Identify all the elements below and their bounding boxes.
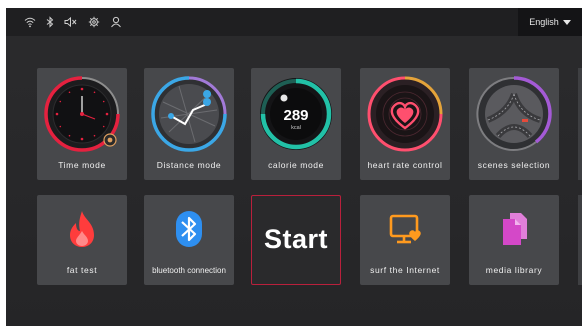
settings-gear-icon[interactable] xyxy=(88,16,100,28)
tile-label: bluetooth connection xyxy=(152,266,226,275)
user-icon[interactable] xyxy=(110,16,122,28)
road-scene-icon xyxy=(476,76,552,151)
chevron-down-icon xyxy=(562,19,571,25)
tv-heart-icon xyxy=(389,214,421,244)
tile-media-library[interactable]: media library xyxy=(469,195,559,285)
tile-label: Time mode xyxy=(58,160,106,170)
clock-dial-icon xyxy=(44,76,120,152)
tile-partial-next[interactable] xyxy=(578,68,582,180)
calorie-unit: kcal xyxy=(291,125,301,131)
calorie-value: 289 xyxy=(283,107,308,124)
start-button[interactable]: Start xyxy=(251,195,341,285)
tile-bluetooth-connection[interactable]: bluetooth connection xyxy=(144,195,234,285)
calorie-ring-icon: 289 kcal xyxy=(260,78,332,150)
tile-label: media library xyxy=(485,265,543,275)
tile-label: heart rate control xyxy=(367,160,443,170)
tile-label: fat test xyxy=(66,265,98,275)
tile-label: scenes selection xyxy=(477,160,551,170)
language-label: English xyxy=(529,17,559,27)
tile-distance-mode[interactable]: Distance mode xyxy=(144,68,234,180)
flame-icon xyxy=(70,211,94,247)
top-status-bar: English xyxy=(6,8,582,36)
start-label: Start xyxy=(263,224,328,254)
tile-time-mode[interactable]: Time mode xyxy=(37,68,127,180)
language-selector[interactable]: English xyxy=(518,8,582,36)
app-screen: English Time mode Distance mode 289 kcal… xyxy=(6,8,582,326)
route-map-icon xyxy=(151,76,227,152)
tile-label: Distance mode xyxy=(156,160,222,170)
tile-calorie-mode[interactable]: 289 kcal calorie mode xyxy=(251,68,341,180)
bluetooth-icon xyxy=(176,211,202,247)
tile-fat-test[interactable]: fat test xyxy=(37,195,127,285)
documents-icon xyxy=(503,213,527,245)
tile-label: calorie mode xyxy=(268,160,324,170)
tile-label: surf the Internet xyxy=(370,265,440,275)
speaker-muted-icon[interactable] xyxy=(64,16,78,28)
tile-scenes-selection[interactable]: scenes selection xyxy=(469,68,559,180)
status-icons xyxy=(24,14,122,30)
wifi-icon[interactable] xyxy=(24,16,36,28)
tile-heart-rate-control[interactable]: heart rate control xyxy=(360,68,450,180)
heart-icon xyxy=(367,76,443,152)
tile-partial-next[interactable] xyxy=(578,195,582,285)
tile-surf-internet[interactable]: surf the Internet xyxy=(360,195,450,285)
bluetooth-icon[interactable] xyxy=(46,16,54,28)
